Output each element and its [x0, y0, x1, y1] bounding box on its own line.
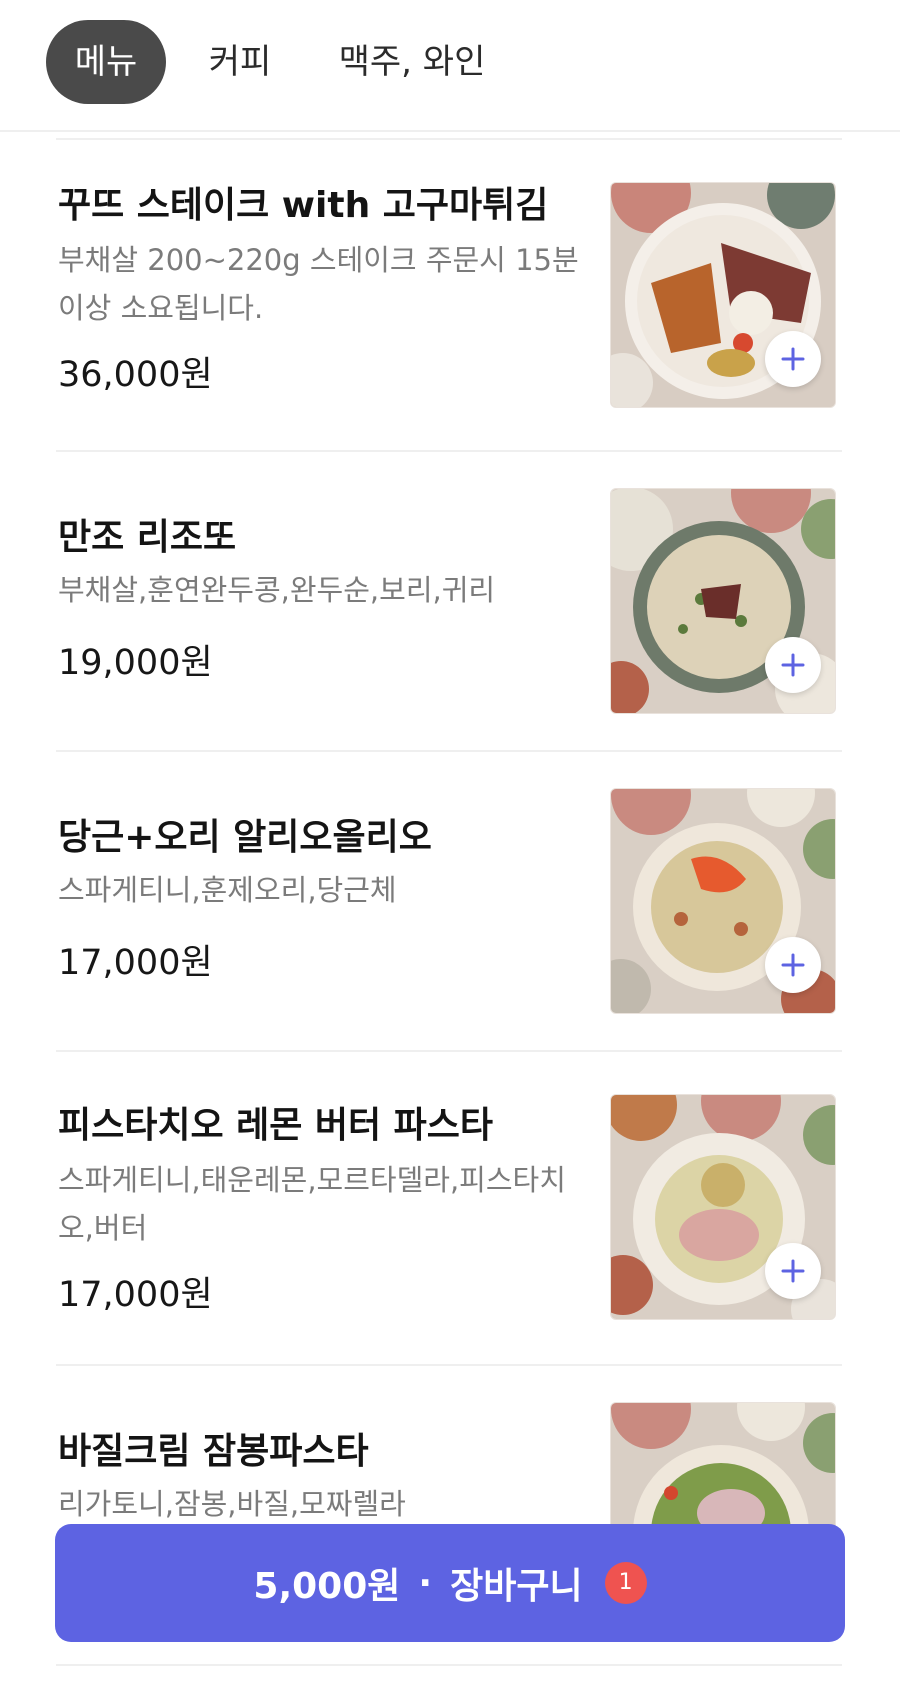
- plus-icon: [781, 347, 805, 371]
- menu-item-name: 꾸뜨 스테이크 with 고구마튀김: [58, 185, 549, 226]
- cart-separator: ·: [418, 1562, 433, 1604]
- menu-item-risotto[interactable]: 만조 리조또 부채살,훈연완두콩,완두순,보리,귀리 19,000원: [56, 450, 842, 750]
- menu-item-price: 17,000원: [58, 1275, 213, 1315]
- menu-item-name: 바질크림 잠봉파스타: [58, 1431, 369, 1472]
- tab-coffee[interactable]: 커피: [190, 20, 290, 104]
- cart-button[interactable]: 5,000원 · 장바구니 1: [55, 1524, 845, 1642]
- menu-item-price: 19,000원: [58, 643, 213, 683]
- menu-item-name: 피스타치오 레몬 버터 파스타: [58, 1105, 494, 1146]
- menu-item-image[interactable]: [610, 1094, 836, 1320]
- menu-item-steak[interactable]: 꾸뜨 스테이크 with 고구마튀김 부채살 200~220g 스테이크 주문시…: [56, 138, 842, 450]
- add-to-cart-button[interactable]: [765, 331, 821, 387]
- menu-item-name: 당근+오리 알리오올리오: [58, 817, 432, 858]
- menu-item-price: 17,000원: [58, 943, 213, 983]
- category-tab-bar: 메뉴 커피 맥주, 와인: [0, 0, 900, 132]
- add-to-cart-button[interactable]: [765, 637, 821, 693]
- menu-item-aglio-olio[interactable]: 당근+오리 알리오올리오 스파게티니,훈제오리,당근체 17,000원: [56, 750, 842, 1050]
- menu-item-price: 36,000원: [58, 355, 213, 395]
- plus-icon: [781, 1259, 805, 1283]
- menu-item-description: 부채살 200~220g 스테이크 주문시 15분 이상 소요됩니다.: [58, 243, 579, 325]
- menu-item-pistachio-pasta[interactable]: 피스타치오 레몬 버터 파스타 스파게티니,태운레몬,모르타델라,피스타치오,버…: [56, 1050, 842, 1364]
- plus-icon: [781, 653, 805, 677]
- menu-item-description: 리가토니,잠봉,바질,모짜렐라: [58, 1487, 406, 1521]
- menu-item-name: 만조 리조또: [58, 517, 237, 558]
- menu-item-description: 스파게티니,태운레몬,모르타델라,피스타치오,버터: [58, 1163, 566, 1245]
- menu-item-description: 스파게티니,훈제오리,당근체: [58, 873, 397, 907]
- cart-count-badge: 1: [604, 1562, 647, 1604]
- plus-icon: [781, 953, 805, 977]
- menu-item-image[interactable]: [610, 488, 836, 714]
- tab-menu[interactable]: 메뉴: [46, 20, 166, 104]
- menu-item-description: 부채살,훈연완두콩,완두순,보리,귀리: [58, 573, 496, 607]
- divider: [56, 1664, 842, 1666]
- cart-label: 장바구니: [450, 1566, 583, 1607]
- menu-item-image[interactable]: [610, 182, 836, 408]
- tab-beer-wine[interactable]: 맥주, 와인: [322, 20, 502, 104]
- cart-amount: 5,000원: [253, 1566, 401, 1607]
- add-to-cart-button[interactable]: [765, 1243, 821, 1299]
- menu-item-image[interactable]: [610, 788, 836, 1014]
- add-to-cart-button[interactable]: [765, 937, 821, 993]
